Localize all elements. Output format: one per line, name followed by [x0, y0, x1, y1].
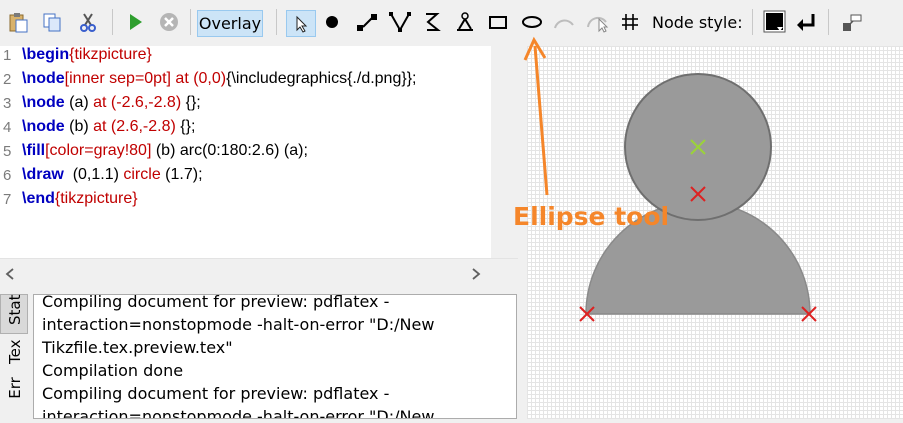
node-tool-icon[interactable]: [838, 8, 866, 36]
log-line: Compilation done: [42, 361, 184, 380]
code-rest: {\includegraphics{./d.png}};: [226, 70, 417, 87]
ellipse-icon[interactable]: [518, 8, 546, 36]
code-coordinate: (2.6,-2.8): [106, 118, 176, 135]
code-line: \draw (0,1.1) circle (1.7);: [22, 166, 203, 184]
code-line: \fill[color=gray!80] (b) arc(0:180:2.6) …: [22, 142, 308, 160]
code-editor[interactable]: 1 2 3 4 5 6 7 \begin{tikzpicture} \node[…: [0, 46, 491, 258]
code-keyword: \node: [22, 70, 65, 87]
log-line: interaction=nonstopmode -halt-on-error "…: [42, 315, 435, 334]
code-coordinate: (0,0): [193, 70, 227, 87]
code-circle: circle: [123, 166, 161, 183]
code-rest: {};: [181, 94, 201, 111]
line-number: 4: [3, 119, 12, 136]
code-keyword: \node: [22, 118, 65, 135]
code-rest: (b) arc(0:180:2.6) (a);: [151, 142, 308, 159]
node-style-label: Node style:: [652, 13, 743, 32]
arc-icon[interactable]: [550, 8, 578, 36]
code-node-name: (b): [64, 118, 94, 135]
code-node-name: (a): [64, 94, 94, 111]
code-coordinate: (0,1.1): [63, 166, 124, 183]
cut-icon[interactable]: [74, 8, 102, 36]
code-at: at: [93, 118, 107, 135]
fork-icon[interactable]: [451, 8, 479, 36]
code-option: [inner sep=0pt]: [64, 70, 171, 87]
toolbar-separator: [112, 9, 113, 35]
pointer-tool-button[interactable]: [286, 10, 316, 37]
code-keyword: \fill: [22, 142, 46, 159]
figure-preview: [579, 73, 817, 322]
code-keyword: \end: [22, 190, 55, 207]
code-keyword: \draw: [22, 166, 64, 183]
ellipse-tool-annotation: Ellipse tool: [513, 202, 670, 231]
editor-horizontal-scrollbar[interactable]: [0, 258, 518, 289]
line-number: 3: [3, 95, 12, 112]
toolbar-separator: [828, 9, 829, 35]
tab-tex-label[interactable]: Tex: [6, 340, 24, 364]
toolbar: Overlay Node style:: [0, 0, 903, 46]
scroll-right-icon[interactable]: [470, 267, 482, 281]
compile-log[interactable]: Compiling document for preview: pdflatex…: [33, 294, 517, 419]
line-number: 6: [3, 167, 12, 184]
code-line: \begin{tikzpicture}: [22, 46, 152, 64]
arc-select-icon[interactable]: [584, 8, 612, 36]
grid-icon[interactable]: [616, 8, 644, 36]
line-number: 2: [3, 71, 12, 88]
code-rest: {};: [175, 118, 196, 135]
toolbar-separator: [190, 9, 191, 35]
code-keyword: \begin: [22, 46, 70, 63]
pointer-icon: [296, 15, 308, 33]
code-line: \node[inner sep=0pt] at (0,0){\includegr…: [22, 70, 416, 88]
drawing-canvas[interactable]: [527, 46, 903, 419]
code-argument: {tikzpicture}: [69, 46, 152, 63]
line-number: 1: [3, 47, 12, 64]
code-at: at: [93, 94, 107, 111]
node-dot-icon[interactable]: [318, 8, 346, 36]
code-rest: (1.7);: [160, 166, 203, 183]
stop-icon[interactable]: [155, 8, 183, 36]
code-line: \end{tikzpicture}: [22, 190, 138, 208]
paste-icon[interactable]: [4, 8, 32, 36]
line-number: 5: [3, 143, 12, 160]
toolbar-separator: [276, 9, 277, 35]
code-argument: {tikzpicture}: [54, 190, 138, 207]
output-side-tabs: Stat Tex Err: [0, 294, 28, 419]
log-line: Compiling document for preview: pdflatex…: [42, 294, 390, 311]
tab-stat-label[interactable]: Stat: [6, 295, 24, 325]
toolbar-separator: [752, 9, 753, 35]
pane-splitter[interactable]: [518, 46, 527, 419]
code-coordinate: (-2.6,-2.8): [106, 94, 182, 111]
line-number-gutter: 1 2 3 4 5 6 7: [0, 46, 15, 258]
code-keyword: \node: [22, 94, 65, 111]
overlay-button[interactable]: Overlay: [197, 10, 263, 37]
tab-err-label[interactable]: Err: [6, 377, 24, 399]
line-number: 7: [3, 191, 12, 208]
node-style-swatch[interactable]: [761, 8, 789, 36]
log-line: Tikzfile.tex.preview.tex": [42, 338, 233, 357]
return-icon[interactable]: [792, 8, 820, 36]
code-line: \node (b) at (2.6,-2.8) {};: [22, 118, 195, 136]
code-line: \node (a) at (-2.6,-2.8) {};: [22, 94, 201, 112]
log-line: Compiling document for preview: pdflatex…: [42, 384, 390, 403]
rectangle-icon[interactable]: [484, 8, 512, 36]
log-line: interaction=nonstopmode -halt-on-error "…: [42, 407, 435, 419]
path-icon[interactable]: [386, 8, 414, 36]
copy-icon[interactable]: [38, 8, 66, 36]
edge-icon[interactable]: [353, 8, 381, 36]
code-at: at: [170, 70, 194, 87]
overlay-label: Overlay: [198, 14, 262, 33]
play-icon[interactable]: [121, 8, 149, 36]
code-option: [color=gray!80]: [45, 142, 152, 159]
scroll-left-icon[interactable]: [4, 267, 16, 281]
curve-icon[interactable]: [418, 8, 446, 36]
